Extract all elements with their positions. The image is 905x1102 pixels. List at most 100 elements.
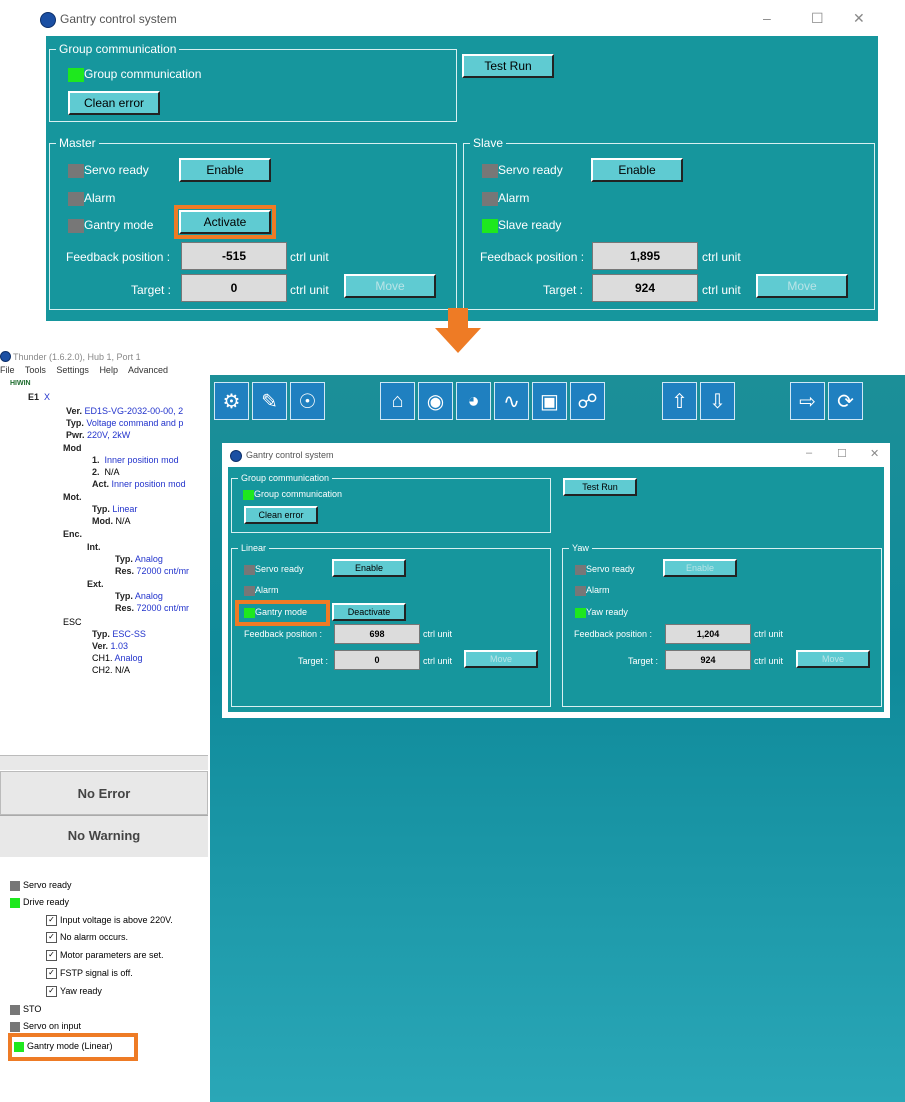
slave-feedback-label: Feedback position : [480, 250, 585, 264]
warning-box: No Warning [0, 815, 208, 857]
linear-feedback-value: 698 [334, 624, 420, 644]
tree-mod[interactable]: Mod [63, 443, 82, 453]
unit-label: ctrl unit [702, 283, 741, 297]
title-bar: Gantry control system – ☐ ✕ [36, 0, 886, 36]
maximize-icon[interactable]: ☐ [837, 447, 847, 460]
group-legend: Group communication [59, 42, 177, 56]
clean-error-button[interactable]: Clean error [244, 506, 318, 524]
linear-move-button[interactable]: Move [464, 650, 538, 668]
tree-root[interactable]: HIWIN [10, 380, 31, 387]
yaw-servo-ready: Servo ready [575, 564, 635, 575]
slave-target-label: Target : [543, 283, 584, 297]
download-icon[interactable]: ⇩ [700, 382, 735, 420]
menu-tools[interactable]: Tools [25, 365, 46, 375]
linear-gantry-mode: Gantry mode [244, 607, 307, 618]
waveform-icon[interactable]: ∿ [494, 382, 529, 420]
master-alarm: Alarm [68, 191, 115, 206]
tree-horizontal-scrollbar[interactable] [0, 755, 208, 770]
slave-ready: Slave ready [482, 218, 561, 233]
menu-settings[interactable]: Settings [56, 365, 89, 375]
gear-wrench-icon[interactable]: ⚙ [214, 382, 249, 420]
yaw-alarm: Alarm [575, 585, 610, 596]
tree-mod-1: 1. Inner position mod [92, 455, 179, 465]
menu-help[interactable]: Help [99, 365, 118, 375]
slave-enable-button[interactable]: Enable [591, 158, 683, 182]
no-error-text: No Error [77, 786, 131, 801]
master-enable-button[interactable]: Enable [179, 158, 271, 182]
check-yaw-ready: ✓ Yaw ready [46, 986, 102, 998]
group-communication-indicator: Group communication [68, 67, 201, 82]
home-icon[interactable]: ⌂ [380, 382, 415, 420]
minimize-icon[interactable]: – [806, 447, 812, 459]
connector-icon[interactable]: ▣ [532, 382, 567, 420]
unit-label: ctrl unit [754, 629, 784, 639]
status-led [482, 218, 498, 233]
unit-label: ctrl unit [423, 629, 453, 639]
yaw-feedback-label: Feedback position : [574, 629, 653, 639]
master-feedback-label: Feedback position : [66, 250, 171, 264]
check-input-voltage: ✓ Input voltage is above 220V. [46, 915, 173, 927]
status-led [575, 564, 586, 575]
unit-label: ctrl unit [290, 283, 329, 297]
tree-mot[interactable]: Mot. [63, 492, 82, 502]
status-led [575, 607, 586, 618]
gantry-panel-inner: Group communication Group communication … [228, 467, 884, 712]
linear-feedback-label: Feedback position : [244, 629, 323, 639]
master-servo-ready: Servo ready [68, 163, 149, 178]
slave-move-button[interactable]: Move [756, 274, 848, 298]
menu-bar: File Tools Settings Help Advanced [0, 365, 176, 375]
close-icon[interactable]: ✕ [853, 10, 865, 27]
tree-enc[interactable]: Enc. [63, 529, 82, 539]
error-box: No Error [0, 771, 208, 815]
gantry-window-inner: Gantry control system – ☐ ✕ Group commun… [222, 443, 890, 718]
tree-node-e1[interactable]: E1 X [28, 392, 50, 402]
gauge-icon[interactable]: ◕ [456, 382, 491, 420]
linear-target-input[interactable]: 0 [334, 650, 420, 670]
close-icon[interactable]: ✕ [870, 447, 879, 460]
yaw-target-input[interactable]: 924 [665, 650, 751, 670]
window-title: Gantry control system [246, 450, 334, 460]
clean-error-button[interactable]: Clean error [68, 91, 160, 115]
status-sto: STO [10, 1004, 41, 1015]
test-run-button[interactable]: Test Run [563, 478, 637, 496]
upload-icon[interactable]: ⇧ [662, 382, 697, 420]
status-led [68, 191, 84, 206]
master-gantry-mode: Gantry mode [68, 218, 153, 233]
menu-file[interactable]: File [0, 365, 15, 375]
tree-enc-int[interactable]: Int. [87, 542, 101, 552]
yaw-feedback-value: 1,204 [665, 624, 751, 644]
unit-label: ctrl unit [290, 250, 329, 264]
slave-legend: Slave [473, 136, 504, 150]
status-led [575, 585, 586, 596]
yaw-move-button[interactable]: Move [796, 650, 870, 668]
steering-wheel-icon[interactable]: ☉ [290, 382, 325, 420]
slave-alarm: Alarm [482, 191, 529, 206]
slave-target-input[interactable]: 924 [592, 274, 698, 302]
tree-esc[interactable]: ESC [63, 617, 82, 627]
tree-ver: Ver. ED1S-VG-2032-00-00, 2 [66, 406, 184, 416]
tree-esc-ch2: CH2. N/A [92, 665, 131, 675]
master-target-input[interactable]: 0 [181, 274, 287, 302]
deactivate-button[interactable]: Deactivate [332, 603, 406, 621]
slave-servo-ready: Servo ready [482, 163, 563, 178]
power-cycle-icon[interactable]: ⟳ [828, 382, 863, 420]
group-communication-indicator: Group communication [243, 489, 342, 500]
master-move-button[interactable]: Move [344, 274, 436, 298]
linear-enable-button[interactable]: Enable [332, 559, 406, 577]
maximize-icon[interactable]: ☐ [811, 10, 824, 27]
eye-icon[interactable]: ◉ [418, 382, 453, 420]
test-run-button[interactable]: Test Run [462, 54, 554, 78]
minimize-icon[interactable]: – [763, 10, 771, 26]
menu-advanced[interactable]: Advanced [128, 365, 168, 375]
activate-button[interactable]: Activate [179, 210, 271, 234]
status-drive-ready: Drive ready [10, 897, 69, 908]
status-led [68, 67, 84, 82]
status-led [243, 489, 254, 500]
yaw-enable-button[interactable]: Enable [663, 559, 737, 577]
document-edit-icon[interactable]: ✎ [252, 382, 287, 420]
tree-mot-typ: Typ. Linear [92, 504, 138, 514]
tree-enc-ext[interactable]: Ext. [87, 579, 104, 589]
tree-int-typ: Typ. Analog [115, 554, 163, 564]
import-icon[interactable]: ⇨ [790, 382, 825, 420]
network-icon[interactable]: ☍ [570, 382, 605, 420]
